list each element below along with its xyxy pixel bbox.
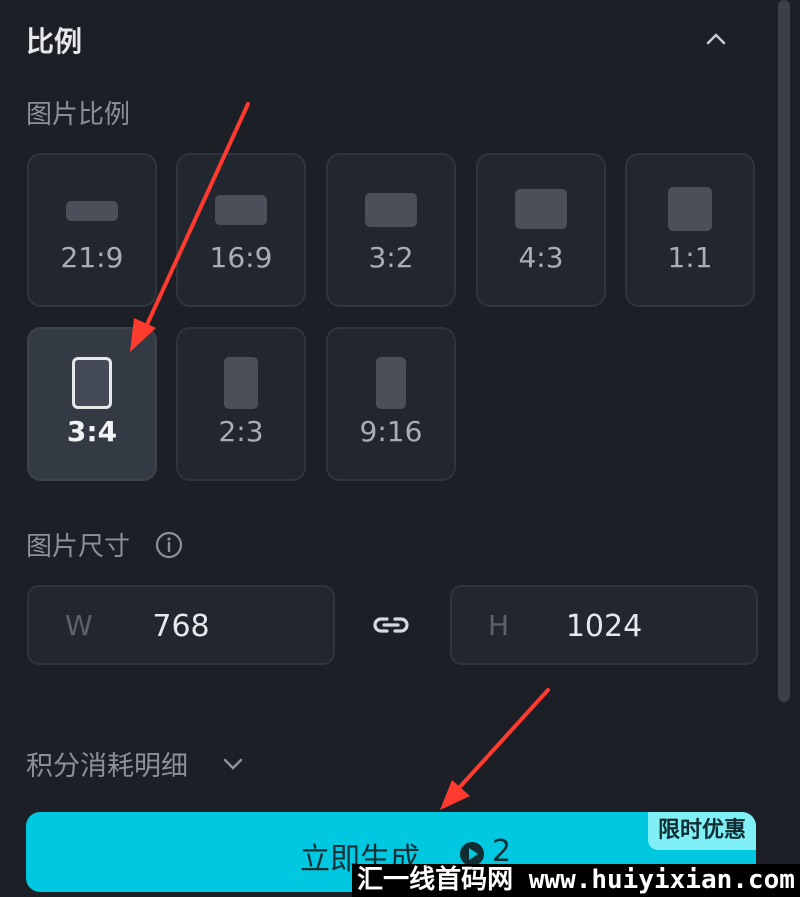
ratio-3-4-icon <box>72 357 112 409</box>
ratio-section-label: 图片比例 <box>26 100 131 130</box>
ratio-16-9-icon <box>215 195 267 225</box>
ratio-label: 1:1 <box>667 241 713 274</box>
height-input[interactable]: H 1024 <box>450 585 758 665</box>
ratio-option-9-16[interactable]: 9:16 <box>326 327 456 481</box>
chevron-up-icon[interactable] <box>702 26 730 50</box>
section-title: 比例 <box>26 25 83 58</box>
chevron-down-icon[interactable] <box>220 752 246 774</box>
ratio-label: 16:9 <box>209 241 273 274</box>
ratio-option-1-1[interactable]: 1:1 <box>625 153 755 307</box>
credits-detail-label[interactable]: 积分消耗明细 <box>26 744 188 783</box>
width-value: 768 <box>152 609 210 644</box>
ratio-option-16-9[interactable]: 16:9 <box>176 153 306 307</box>
ratio-label: 21:9 <box>60 241 124 274</box>
size-section-label: 图片尺寸 <box>26 532 131 562</box>
link-icon[interactable] <box>370 608 412 642</box>
ratio-label: 9:16 <box>359 415 423 448</box>
ratio-21-9-icon <box>66 201 118 221</box>
ratio-2-3-icon <box>224 357 258 409</box>
ratio-label: 3:2 <box>368 241 414 274</box>
scrollbar[interactable] <box>778 0 790 702</box>
ratio-9-16-icon <box>376 357 406 409</box>
ratio-1-1-icon <box>668 187 712 231</box>
info-icon[interactable] <box>154 530 184 560</box>
ratio-label: 4:3 <box>518 241 564 274</box>
ratio-option-3-2[interactable]: 3:2 <box>326 153 456 307</box>
ratio-option-3-4[interactable]: 3:4 <box>27 327 157 481</box>
ratio-option-2-3[interactable]: 2:3 <box>176 327 306 481</box>
ratio-3-2-icon <box>365 193 417 227</box>
promo-badge: 限时优惠 <box>647 812 756 850</box>
ratio-option-21-9[interactable]: 21:9 <box>27 153 157 307</box>
ratio-label: 2:3 <box>218 415 264 448</box>
ratio-option-4-3[interactable]: 4:3 <box>476 153 606 307</box>
height-value: 1024 <box>565 609 643 644</box>
ratio-4-3-icon <box>515 189 567 229</box>
annotation-arrowhead-generate <box>440 780 470 810</box>
width-input[interactable]: W 768 <box>27 585 335 665</box>
annotation-arrow-generate <box>446 688 550 802</box>
ratio-label: 3:4 <box>66 415 118 448</box>
watermark: 汇一线首码网 www.huiyixian.com <box>352 864 800 897</box>
